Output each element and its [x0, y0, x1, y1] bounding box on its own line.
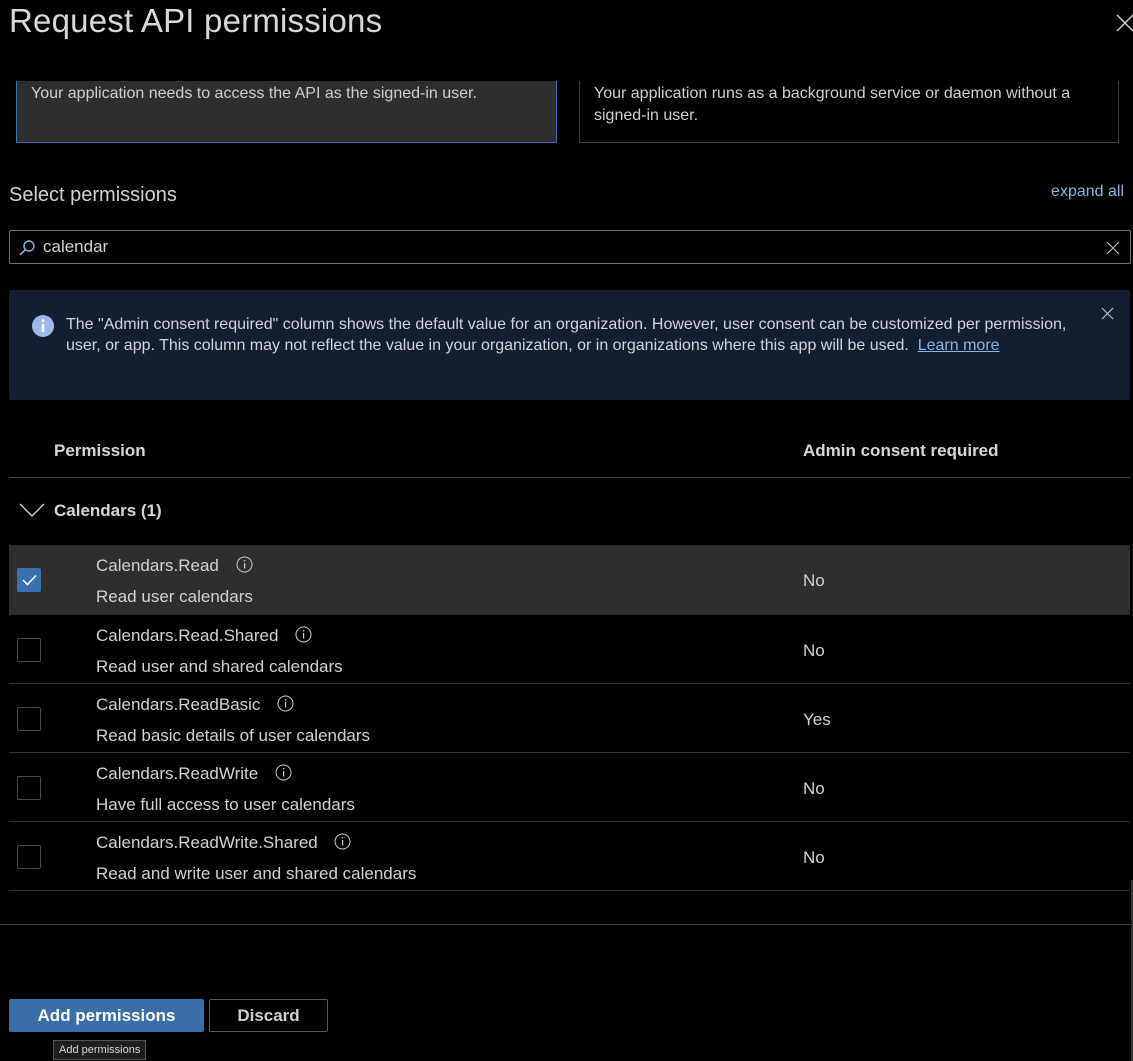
- permission-row[interactable]: Calendars.ReadBasic Read basic details o…: [9, 684, 1130, 753]
- permission-row[interactable]: Calendars.Read Read user calendars No: [9, 545, 1130, 615]
- dismiss-banner-icon[interactable]: [1101, 307, 1114, 320]
- group-label: Calendars (1): [54, 501, 162, 520]
- permission-name: Calendars.ReadWrite.Shared: [96, 833, 351, 853]
- checkmark-icon: [22, 574, 37, 586]
- application-permissions-card[interactable]: Your application runs as a background se…: [579, 81, 1119, 143]
- permissions-table-header: Permission Admin consent required: [9, 436, 1130, 478]
- learn-more-link[interactable]: Learn more: [918, 337, 1000, 354]
- permission-description: Read user and shared calendars: [96, 657, 343, 676]
- request-api-permissions-panel: Request API permissions Your application…: [0, 0, 1133, 1061]
- permission-checkbox[interactable]: [17, 707, 41, 731]
- add-permissions-tooltip: Add permissions: [53, 1040, 147, 1060]
- permission-search-input[interactable]: [43, 231, 1083, 263]
- banner-message: The "Admin consent required" column show…: [66, 314, 1096, 356]
- admin-consent-value: Yes: [803, 710, 831, 729]
- close-button[interactable]: [1114, 12, 1133, 34]
- footer-divider: [0, 924, 1133, 925]
- info-circle-icon[interactable]: [236, 556, 253, 573]
- permission-description: Read and write user and shared calendars: [96, 864, 417, 883]
- panel-title: Request API permissions: [9, 2, 383, 39]
- banner-text: The "Admin consent required" column show…: [66, 316, 1067, 354]
- info-icon: [32, 315, 54, 337]
- permission-description: Read basic details of user calendars: [96, 726, 371, 745]
- delegated-permissions-description: Your application needs to access the API…: [31, 85, 477, 102]
- select-permissions-heading: Select permissions: [9, 184, 177, 206]
- info-circle-icon[interactable]: [275, 764, 292, 781]
- permission-name-text: Calendars.Read: [96, 556, 219, 575]
- permission-description: Read user calendars: [96, 587, 253, 606]
- delegated-permissions-card[interactable]: Your application needs to access the API…: [16, 81, 557, 143]
- permission-name-text: Calendars.ReadWrite.Shared: [96, 833, 318, 852]
- application-permissions-description: Your application runs as a background se…: [594, 85, 1071, 124]
- info-circle-icon[interactable]: [277, 695, 294, 712]
- permission-name-text: Calendars.ReadWrite: [96, 764, 259, 783]
- close-icon: [1116, 14, 1133, 32]
- chevron-down-icon: [19, 503, 45, 517]
- column-header-permission: Permission: [54, 441, 146, 460]
- admin-consent-info-banner: The "Admin consent required" column show…: [9, 290, 1130, 400]
- admin-consent-value: No: [803, 641, 825, 660]
- column-header-admin-consent: Admin consent required: [803, 441, 999, 460]
- add-permissions-button[interactable]: Add permissions: [9, 999, 204, 1032]
- permission-row[interactable]: Calendars.ReadWrite.Shared Read and writ…: [9, 822, 1130, 891]
- permission-checkbox[interactable]: [17, 568, 41, 592]
- permission-checkbox[interactable]: [17, 776, 41, 800]
- admin-consent-value: No: [803, 779, 825, 798]
- permission-checkbox[interactable]: [17, 638, 41, 662]
- permission-group-calendars[interactable]: Calendars (1): [9, 478, 1130, 545]
- clear-search-icon[interactable]: [1106, 241, 1120, 255]
- permission-row[interactable]: Calendars.ReadWrite Have full access to …: [9, 753, 1130, 822]
- permission-description: Have full access to user calendars: [96, 795, 355, 814]
- discard-button[interactable]: Discard: [209, 999, 328, 1032]
- expand-all-link[interactable]: expand all: [1051, 183, 1124, 201]
- search-icon: [19, 240, 35, 256]
- permission-name-text: Calendars.ReadBasic: [96, 695, 261, 714]
- info-circle-icon[interactable]: [295, 626, 312, 643]
- info-circle-icon[interactable]: [334, 833, 351, 850]
- admin-consent-value: No: [803, 848, 825, 867]
- permission-name: Calendars.Read: [96, 556, 253, 576]
- permission-name: Calendars.ReadWrite: [96, 764, 292, 784]
- permission-name: Calendars.Read.Shared: [96, 626, 312, 646]
- permission-name: Calendars.ReadBasic: [96, 695, 294, 715]
- permission-search-box: [9, 230, 1131, 264]
- permission-list: Calendars.Read Read user calendars No Ca…: [9, 545, 1130, 891]
- permission-checkbox[interactable]: [17, 845, 41, 869]
- admin-consent-value: No: [803, 571, 825, 590]
- permission-name-text: Calendars.Read.Shared: [96, 626, 279, 645]
- permission-row[interactable]: Calendars.Read.Shared Read user and shar…: [9, 615, 1130, 684]
